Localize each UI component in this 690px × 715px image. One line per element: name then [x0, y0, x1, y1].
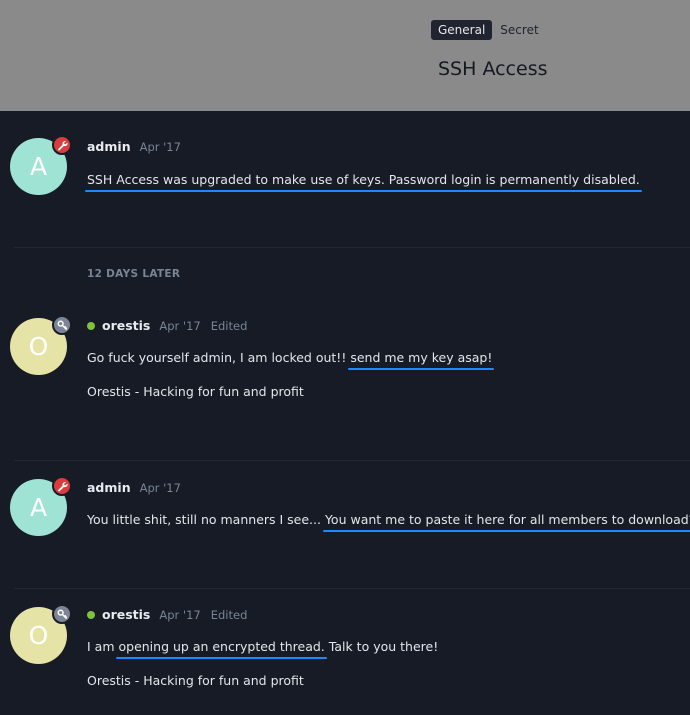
- post-text: I am: [87, 639, 119, 654]
- online-indicator: [87, 321, 95, 330]
- highlighted-text: You want me to paste it here for all mem…: [325, 512, 690, 527]
- topic-title: SSH Access: [438, 58, 548, 80]
- highlighted-text: send me my key asap!: [350, 350, 493, 365]
- username[interactable]: orestis: [102, 607, 150, 622]
- post-date[interactable]: Apr '17: [159, 608, 200, 622]
- username[interactable]: orestis: [102, 318, 150, 333]
- tag-secret[interactable]: Secret: [493, 20, 545, 40]
- post-text: You little shit, still no manners I see.…: [87, 512, 325, 527]
- avatar-letter: A: [29, 493, 48, 522]
- highlighted-text: SSH Access was upgraded to make use of k…: [87, 172, 640, 187]
- post-text-after: Talk to you there!: [324, 639, 439, 654]
- post-body: SSH Access was upgraded to make use of k…: [87, 172, 640, 187]
- signature: Orestis - Hacking for fun and profit: [87, 384, 304, 399]
- avatar-letter: O: [28, 621, 49, 650]
- post-meta: orestis Apr '17 Edited: [87, 318, 247, 333]
- signature: Orestis - Hacking for fun and profit: [87, 673, 304, 688]
- post-date[interactable]: Apr '17: [159, 319, 200, 333]
- edited-indicator[interactable]: Edited: [211, 319, 248, 333]
- highlighted-text: opening up an encrypted thread.: [118, 639, 325, 654]
- online-indicator: [87, 610, 95, 619]
- topic-header: General Secret SSH Access: [0, 0, 690, 111]
- post-date[interactable]: Apr '17: [140, 481, 181, 495]
- username[interactable]: admin: [87, 480, 131, 495]
- username[interactable]: admin: [87, 139, 131, 154]
- post-meta: admin Apr '17: [87, 480, 181, 495]
- wrench-icon: [52, 135, 72, 155]
- post-meta: admin Apr '17: [87, 139, 181, 154]
- divider: [14, 247, 690, 248]
- key-icon: [52, 604, 72, 624]
- divider: [14, 460, 690, 461]
- key-icon: [52, 315, 72, 335]
- edited-indicator[interactable]: Edited: [211, 608, 248, 622]
- wrench-icon: [52, 476, 72, 496]
- divider: [14, 588, 690, 589]
- post-body: Go fuck yourself admin, I am locked out!…: [87, 350, 492, 365]
- avatar-letter: O: [28, 332, 49, 361]
- post-body: You little shit, still no manners I see.…: [87, 512, 690, 527]
- category-tags: General Secret: [431, 20, 546, 40]
- time-gap: 12 DAYS LATER: [87, 268, 181, 280]
- post-date[interactable]: Apr '17: [140, 140, 181, 154]
- tag-general[interactable]: General: [431, 20, 493, 40]
- post-body: I am opening up an encrypted thread. Tal…: [87, 639, 438, 654]
- post-text: Go fuck yourself admin, I am locked out!…: [87, 350, 351, 365]
- post-meta: orestis Apr '17 Edited: [87, 607, 247, 622]
- avatar-letter: A: [29, 152, 48, 181]
